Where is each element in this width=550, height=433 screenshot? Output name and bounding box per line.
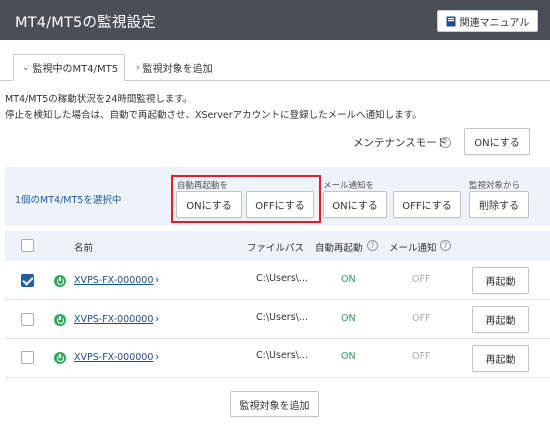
maintenance-on-button[interactable]: ONにする bbox=[464, 128, 530, 155]
auto-restart-status: ON bbox=[341, 313, 356, 324]
auto-restart-status: ON bbox=[341, 274, 356, 285]
column-name: 名前 bbox=[74, 243, 94, 254]
remove-group-label: 監視対象から bbox=[469, 181, 521, 191]
account-link[interactable]: XVPS-FX-000000 bbox=[74, 275, 153, 286]
tab-monitoring-label: 監視中のMT4/MT5 bbox=[32, 64, 119, 75]
highlight-box bbox=[171, 175, 321, 223]
select-all-checkbox[interactable] bbox=[21, 239, 34, 252]
account-link[interactable]: XVPS-FX-000000 bbox=[74, 352, 153, 363]
column-path: ファイルパス bbox=[247, 243, 305, 254]
chevron-right-icon[interactable]: › bbox=[155, 350, 159, 363]
chevron-right-icon: › bbox=[136, 62, 140, 73]
restart-button[interactable]: 再起動 bbox=[472, 306, 529, 333]
chevron-down-icon: ⌄ bbox=[22, 62, 30, 73]
tab-add-target[interactable]: › 監視対象を追加 bbox=[133, 54, 213, 81]
page-title: MT4/MT5の監視設定 bbox=[15, 15, 156, 31]
mail-on-button[interactable]: ONにする bbox=[323, 191, 387, 218]
power-icon bbox=[54, 314, 66, 326]
account-link[interactable]: XVPS-FX-000000 bbox=[74, 314, 153, 325]
book-icon bbox=[446, 16, 456, 26]
mail-group-label: メール通知を bbox=[323, 181, 375, 191]
chevron-right-icon[interactable]: › bbox=[155, 312, 159, 325]
power-icon bbox=[54, 352, 66, 364]
file-path: C:\Users\... bbox=[256, 312, 308, 323]
description-line-2: 停止を検知した場合は、自動で再起動させ、XServerアカウントに登録したメール… bbox=[5, 110, 422, 121]
mail-status: OFF bbox=[412, 274, 431, 285]
description-line-1: MT4/MT5の稼動状況を24時間監視します。 bbox=[5, 94, 193, 105]
column-mail: メール通知 bbox=[389, 243, 437, 254]
manual-button[interactable]: 関連マニュアル bbox=[437, 10, 538, 32]
file-path: C:\Users\... bbox=[256, 273, 308, 284]
mail-status: OFF bbox=[412, 313, 431, 324]
page-header: MT4/MT5の監視設定 関連マニュアル bbox=[0, 0, 550, 40]
restart-button[interactable]: 再起動 bbox=[472, 267, 529, 294]
add-target-button[interactable]: 監視対象を追加 bbox=[230, 391, 319, 417]
manual-button-label: 関連マニュアル bbox=[459, 17, 530, 29]
maintenance-label: メンテナンスモード bbox=[353, 137, 448, 149]
row-checkbox[interactable] bbox=[21, 274, 34, 287]
tab-monitoring[interactable]: ⌄ 監視中のMT4/MT5 bbox=[13, 54, 125, 81]
auto-restart-status: ON bbox=[341, 351, 356, 362]
mail-status: OFF bbox=[412, 351, 431, 362]
mail-off-button[interactable]: OFFにする bbox=[393, 191, 461, 218]
row-checkbox[interactable] bbox=[21, 351, 34, 364]
chevron-right-icon[interactable]: › bbox=[155, 273, 159, 286]
selection-count: 1個のMT4/MT5を選択中 bbox=[15, 195, 122, 206]
file-path: C:\Users\... bbox=[256, 350, 308, 361]
power-icon bbox=[54, 275, 66, 287]
remove-button[interactable]: 削除する bbox=[469, 191, 529, 218]
mail-help-icon[interactable]: ? bbox=[440, 240, 451, 251]
column-auto-restart: 自動再起動 bbox=[315, 243, 363, 254]
row-checkbox[interactable] bbox=[21, 313, 34, 326]
restart-button[interactable]: 再起動 bbox=[472, 345, 529, 372]
help-icon[interactable]: ? bbox=[440, 137, 451, 148]
auto-restart-help-icon[interactable]: ? bbox=[367, 240, 378, 251]
tab-add-target-label: 監視対象を追加 bbox=[142, 64, 213, 75]
